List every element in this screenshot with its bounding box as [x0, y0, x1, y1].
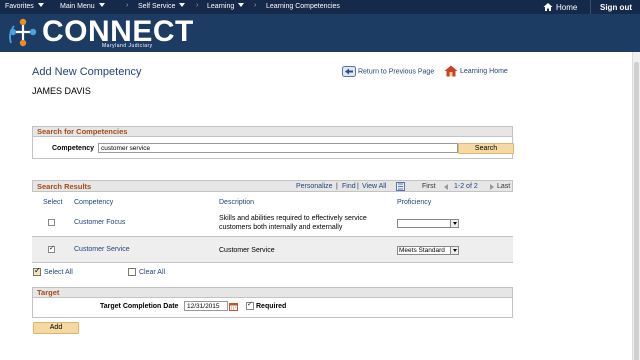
table-row: Customer Service Customer Service Meets …: [32, 237, 513, 263]
previous-arrow-icon: [444, 184, 448, 190]
return-to-previous-link[interactable]: Return to Previous Page: [342, 66, 434, 77]
required-checkbox[interactable]: [246, 300, 254, 310]
search-section-title: Search for Competencies: [33, 127, 512, 137]
description-line: Skills and abilities required to effecti…: [219, 215, 367, 222]
breadcrumb-separator: ›: [196, 2, 199, 9]
home-link[interactable]: Home: [556, 3, 577, 12]
checkbox-empty-icon: [128, 268, 136, 276]
breadcrumb-learning-competencies[interactable]: Learning Competencies: [266, 3, 340, 10]
chevron-down-icon: [98, 3, 105, 7]
row-range: 1-2 of 2: [454, 183, 478, 190]
select-all-label: Select All: [44, 268, 73, 276]
return-link-label: Return to Previous Page: [357, 68, 435, 76]
competency-link[interactable]: Customer Service: [74, 246, 130, 253]
competency-label: Competency: [52, 145, 95, 152]
target-date-input[interactable]: [184, 301, 228, 311]
brand-subtitle: Maryland Judiciary: [102, 43, 153, 49]
results-section-title: Search Results: [37, 182, 92, 191]
proficiency-value: Meets Standard: [399, 247, 445, 254]
menu-divider: [590, 0, 591, 14]
chevron-down-icon: [238, 3, 245, 7]
dropdown-arrow-icon: [450, 247, 458, 254]
column-description: Description: [219, 199, 255, 206]
return-arrow-icon: [342, 66, 356, 77]
first-label: First: [422, 183, 436, 190]
chevron-down-icon: [37, 3, 44, 7]
required-label: Required: [256, 303, 287, 310]
last-label: Last: [497, 183, 511, 190]
header-banner: CONNECT Maryland Judiciary: [0, 14, 640, 52]
description-line: customers both internally and externally: [219, 224, 343, 231]
learning-home-label: Learning Home: [459, 67, 508, 75]
checkbox-checked-icon: [33, 266, 41, 276]
select-checkbox[interactable]: [48, 244, 55, 253]
connect-logo-icon: [9, 18, 37, 47]
page-scrollbar[interactable]: [632, 52, 640, 360]
select-all-link[interactable]: Select All: [33, 266, 73, 276]
page-title: Add New Competency: [32, 66, 142, 78]
search-button[interactable]: Search: [458, 143, 514, 154]
favorites-menu[interactable]: Favorites: [5, 3, 44, 10]
results-header: Search Results Personalize | Find | View…: [32, 180, 513, 192]
chevron-down-icon: [179, 3, 186, 7]
main-menu-label: Main Menu: [60, 3, 95, 10]
competency-search-input[interactable]: [98, 143, 458, 153]
column-proficiency: Proficiency: [397, 199, 432, 206]
grid-download-icon[interactable]: [396, 182, 405, 191]
grid-divider: |: [357, 183, 359, 190]
scrollbar-thumb[interactable]: [634, 62, 639, 360]
breadcrumb-separator: ›: [126, 2, 129, 9]
self-service-label: Self Service: [138, 3, 176, 10]
view-all-link[interactable]: View All: [362, 183, 386, 190]
table-row: Customer Focus Skills and abilities requ…: [32, 210, 513, 237]
house-icon: [444, 65, 458, 77]
grid-divider: |: [336, 183, 338, 190]
next-arrow-icon: [490, 184, 494, 190]
description-line: Customer Service: [219, 247, 275, 254]
proficiency-select[interactable]: [397, 219, 459, 228]
top-menu-bar: Favorites Main Menu › Self Service › Lea…: [0, 0, 640, 14]
add-button[interactable]: Add: [33, 322, 79, 334]
clear-all-label: Clear All: [139, 268, 166, 276]
column-select: Select: [43, 199, 63, 206]
employee-name: JAMES DAVIS: [32, 86, 91, 96]
find-link[interactable]: Find: [342, 183, 356, 190]
column-competency: Competency: [74, 199, 114, 206]
select-checkbox[interactable]: [48, 219, 55, 226]
self-service-menu[interactable]: Self Service: [138, 3, 186, 10]
target-date-label: Target Completion Date: [100, 303, 179, 310]
calendar-icon[interactable]: [229, 302, 238, 311]
proficiency-select[interactable]: Meets Standard: [397, 246, 459, 255]
breadcrumb-separator: ›: [254, 2, 257, 9]
personalize-link[interactable]: Personalize: [296, 183, 333, 190]
main-menu[interactable]: Main Menu: [60, 3, 105, 10]
learning-home-link[interactable]: Learning Home: [444, 65, 508, 77]
sign-out-link[interactable]: Sign out: [600, 3, 632, 12]
dropdown-arrow-icon: [450, 220, 458, 227]
target-section-title: Target: [33, 288, 512, 298]
home-icon[interactable]: [543, 2, 553, 12]
favorites-label: Favorites: [5, 3, 34, 10]
learning-label: Learning: [207, 3, 235, 10]
competency-link[interactable]: Customer Focus: [74, 219, 125, 226]
clear-all-link[interactable]: Clear All: [128, 268, 165, 276]
learning-menu[interactable]: Learning: [207, 3, 245, 10]
